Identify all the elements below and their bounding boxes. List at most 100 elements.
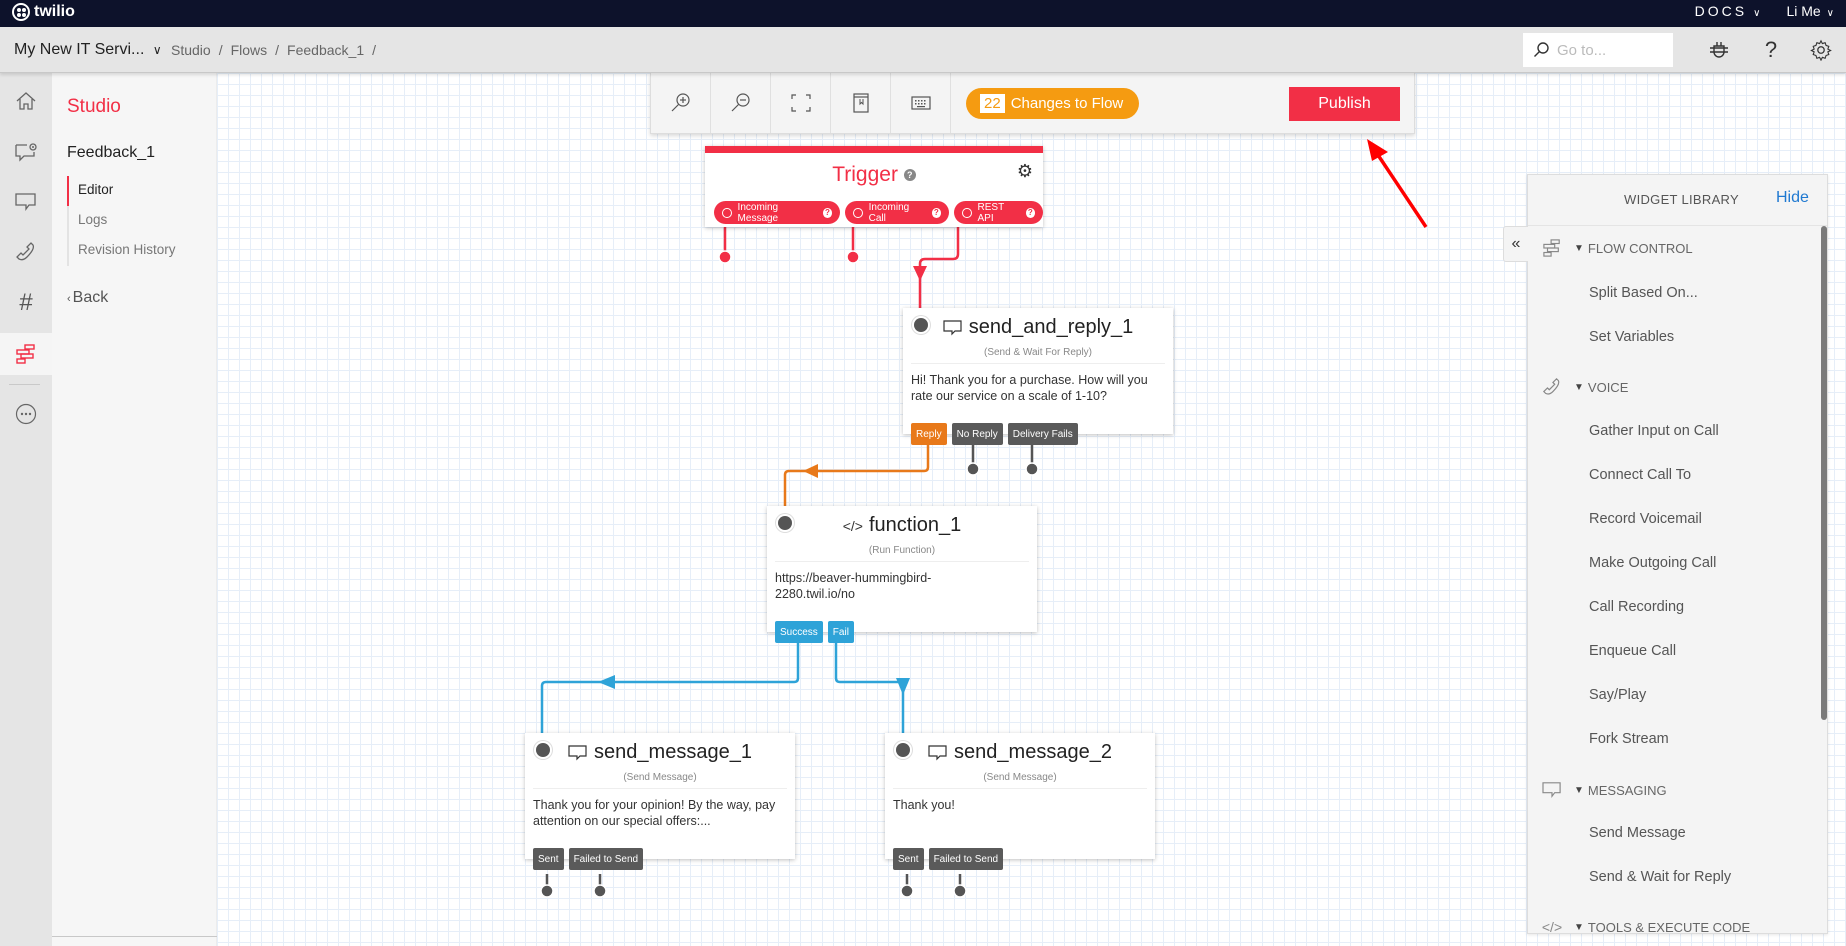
- sidebar-item-logs[interactable]: Logs: [69, 206, 176, 236]
- message-icon: [943, 319, 962, 335]
- changes-count: 22: [980, 94, 1005, 113]
- widget-title: </> function_1: [842, 514, 962, 536]
- caret-down-icon: ▼: [1574, 381, 1584, 393]
- transition-reply[interactable]: Reply: [911, 423, 947, 445]
- help-icon[interactable]: ?: [822, 207, 833, 218]
- rail-conversations[interactable]: [0, 181, 52, 223]
- library-item[interactable]: Record Voicemail: [1589, 511, 1702, 527]
- breadcrumb-flow-name[interactable]: Feedback_1: [287, 42, 364, 58]
- changes-label: Changes to Flow: [1010, 95, 1124, 112]
- radio-ring-icon: [853, 207, 863, 218]
- sidebar-flow-name: Feedback_1: [67, 144, 156, 161]
- breadcrumb-flows[interactable]: Flows: [231, 42, 268, 58]
- transition-success[interactable]: Success: [775, 621, 823, 643]
- rail-voice[interactable]: [0, 231, 52, 273]
- notes-button[interactable]: [831, 73, 891, 133]
- rail-studio[interactable]: [0, 333, 52, 375]
- library-scrollbar[interactable]: [1821, 226, 1827, 720]
- library-item[interactable]: Fork Stream: [1589, 731, 1669, 747]
- changes-to-flow-button[interactable]: 22 Changes to Flow: [966, 88, 1140, 119]
- user-menu[interactable]: Li Me ∨: [1786, 3, 1834, 19]
- caret-down-icon: ▼: [1574, 242, 1584, 254]
- transition-failed-to-send[interactable]: Failed to Send: [568, 848, 644, 870]
- category-tools-execute-code[interactable]: </> ▼ TOOLS & EXECUTE CODE: [1540, 917, 1750, 933]
- widget-library-title: WIDGET LIBRARY: [1624, 192, 1739, 207]
- help-icon[interactable]: ?: [931, 207, 942, 218]
- library-item[interactable]: Connect Call To: [1589, 467, 1691, 483]
- library-item[interactable]: Send Message: [1589, 825, 1686, 841]
- help-icon[interactable]: ?: [903, 169, 916, 182]
- category-voice[interactable]: ▼ VOICE: [1540, 377, 1628, 397]
- zoom-in-icon: [671, 93, 690, 112]
- transition-delivery-fails[interactable]: Delivery Fails: [1007, 423, 1078, 445]
- hashtag-icon[interactable]: #: [0, 282, 52, 324]
- breadcrumb-separator: /: [372, 42, 376, 58]
- widget-send-and-reply-1[interactable]: send_and_reply_1 (Send & Wait For Reply)…: [903, 308, 1173, 445]
- library-item[interactable]: Send & Wait for Reply: [1589, 869, 1731, 885]
- transition-no-reply[interactable]: No Reply: [951, 423, 1003, 445]
- library-item[interactable]: Enqueue Call: [1589, 643, 1676, 659]
- trigger-incoming-call[interactable]: Incoming Call?: [845, 201, 950, 224]
- back-link[interactable]: ‹ Back: [67, 289, 108, 307]
- library-item[interactable]: Say/Play: [1589, 687, 1646, 703]
- breadcrumb-separator: /: [218, 42, 223, 58]
- input-port[interactable]: [778, 516, 792, 530]
- input-port[interactable]: [914, 318, 928, 332]
- input-port[interactable]: [896, 743, 910, 757]
- widget-send-message-2[interactable]: send_message_2 (Send Message) Thank you!…: [885, 733, 1155, 870]
- category-messaging[interactable]: ▼ MESSAGING: [1540, 780, 1667, 800]
- zoom-in-button[interactable]: [651, 73, 711, 133]
- debugger-bug-icon[interactable]: [1706, 37, 1732, 63]
- top-nav-bar: twilio DOCS ∨ Li Me ∨: [0, 0, 1846, 27]
- breadcrumb-studio[interactable]: Studio: [171, 42, 211, 58]
- help-icon[interactable]: ?: [1025, 207, 1035, 218]
- caret-down-icon: ▼: [1574, 921, 1584, 933]
- fullscreen-icon: [790, 94, 811, 112]
- library-item[interactable]: Make Outgoing Call: [1589, 555, 1716, 571]
- help-icon[interactable]: ?: [1758, 37, 1784, 63]
- transition-failed-to-send[interactable]: Failed to Send: [928, 848, 1004, 870]
- code-icon: </>: [842, 517, 863, 534]
- fit-to-screen-button[interactable]: [771, 73, 831, 133]
- transition-sent[interactable]: Sent: [893, 848, 924, 870]
- trigger-incoming-message[interactable]: Incoming Message?: [714, 201, 841, 224]
- zoom-out-button[interactable]: [711, 73, 771, 133]
- library-item[interactable]: Split Based On...: [1589, 285, 1698, 301]
- rail-chat-settings[interactable]: [0, 131, 52, 173]
- widget-title: send_message_1: [525, 741, 795, 764]
- docs-menu[interactable]: DOCS ∨: [1695, 3, 1761, 19]
- goto-search-input[interactable]: Go to...: [1523, 33, 1673, 67]
- hide-library-link[interactable]: Hide: [1776, 189, 1809, 207]
- sidebar-nav: Editor Logs Revision History: [67, 176, 176, 266]
- caret-down-icon: ▼: [1574, 784, 1584, 796]
- sidebar-item-editor[interactable]: Editor: [67, 176, 176, 206]
- sidebar-item-revision-history[interactable]: Revision History: [69, 236, 176, 266]
- rail-divider: [9, 384, 40, 385]
- account-switcher[interactable]: My New IT Servi... ∨: [14, 41, 162, 59]
- widget-send-message-1[interactable]: send_message_1 (Send Message) Thank you …: [525, 733, 795, 870]
- trigger-rest-api[interactable]: REST API?: [954, 201, 1043, 224]
- library-item[interactable]: Set Variables: [1589, 329, 1674, 345]
- transition-fail[interactable]: Fail: [827, 621, 854, 643]
- sidebar-section-title[interactable]: Studio: [67, 96, 121, 118]
- twilio-logo[interactable]: twilio: [12, 3, 75, 21]
- trigger-widget[interactable]: Trigger ? ⚙ Incoming Message? Incoming C…: [705, 146, 1043, 227]
- transition-sent[interactable]: Sent: [533, 848, 564, 870]
- collapse-library-button[interactable]: «: [1503, 226, 1528, 262]
- publish-button[interactable]: Publish: [1289, 87, 1400, 121]
- library-item[interactable]: Gather Input on Call: [1589, 423, 1719, 439]
- keyboard-shortcuts-button[interactable]: [891, 73, 951, 133]
- settings-gear-icon[interactable]: [1808, 37, 1834, 63]
- trigger-title: Trigger ?: [705, 163, 1043, 187]
- rail-more[interactable]: [0, 393, 52, 435]
- zoom-out-icon: [731, 93, 750, 112]
- rail-home[interactable]: [0, 80, 52, 122]
- gears-settings-icon[interactable]: ⚙: [1017, 161, 1033, 182]
- category-flow-control[interactable]: ▼ FLOW CONTROL: [1540, 238, 1693, 258]
- widget-function-1[interactable]: </> function_1 (Run Function) https://be…: [767, 506, 1037, 643]
- keyboard-icon: [910, 96, 931, 110]
- widget-body: Thank you!: [893, 798, 955, 812]
- widget-body: Hi! Thank you for a purchase. How will y…: [911, 373, 1148, 403]
- library-item[interactable]: Call Recording: [1589, 599, 1684, 615]
- input-port[interactable]: [536, 743, 550, 757]
